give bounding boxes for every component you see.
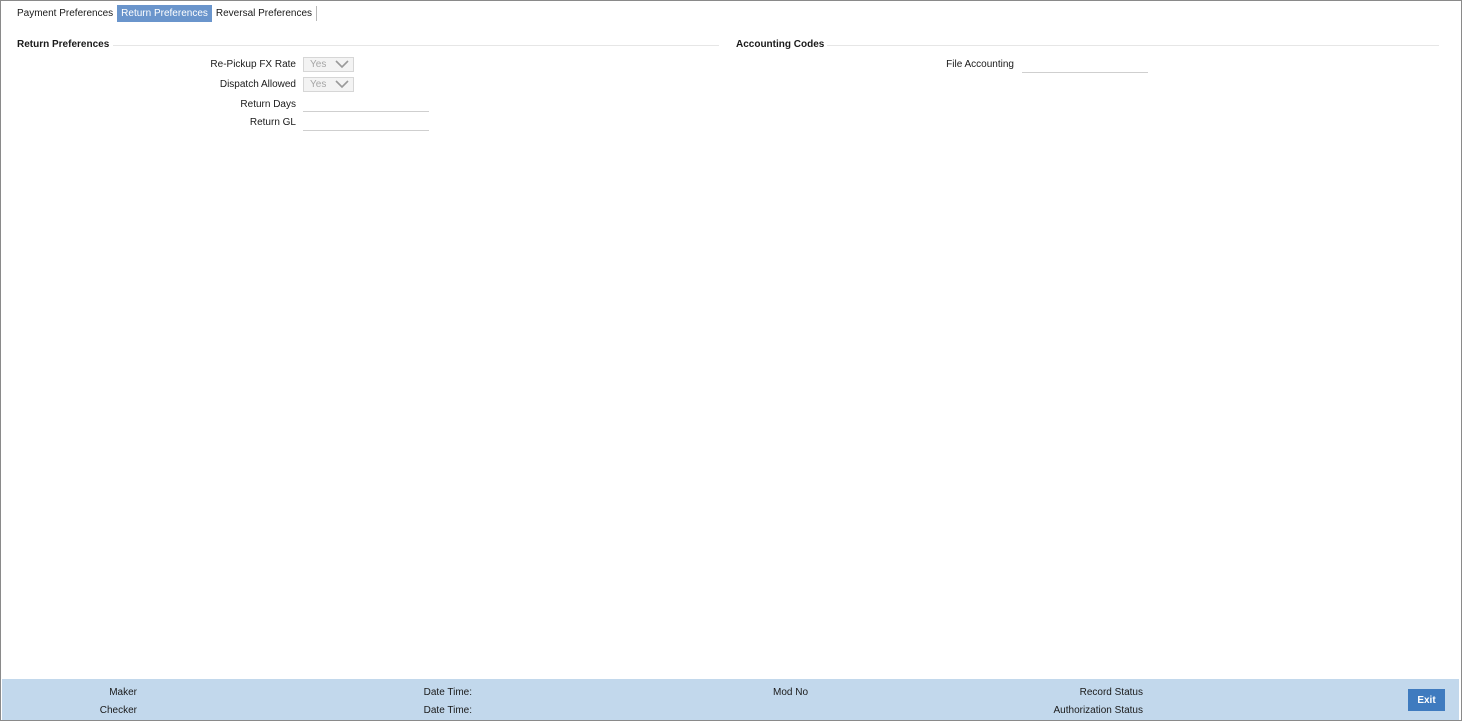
checker-label: Checker	[99, 705, 137, 716]
return-preferences-divider	[113, 45, 719, 46]
window-frame: Payment Preferences Return Preferences R…	[0, 0, 1462, 721]
return-preferences-title: Return Preferences	[17, 39, 110, 50]
record-status-label: Record Status	[1079, 687, 1143, 698]
repickup-fx-rate-label: Re-Pickup FX Rate	[210, 59, 296, 70]
repickup-fx-rate-value: Yes	[310, 59, 327, 70]
authorization-status-label: Authorization Status	[1053, 705, 1144, 716]
tab-return-preferences[interactable]: Return Preferences	[117, 5, 212, 22]
dispatch-allowed-label: Dispatch Allowed	[219, 79, 296, 90]
tab-bar: Payment Preferences Return Preferences R…	[13, 5, 318, 22]
chevron-down-icon	[335, 80, 349, 89]
chevron-down-icon	[335, 60, 349, 69]
file-accounting-label: File Accounting	[946, 59, 1014, 70]
audit-footer	[2, 679, 1459, 720]
return-days-input[interactable]	[303, 98, 429, 112]
maker-date-time-label: Date Time:	[423, 687, 472, 698]
return-gl-input[interactable]	[303, 117, 429, 131]
repickup-fx-rate-select[interactable]: Yes	[303, 57, 354, 72]
return-days-label: Return Days	[240, 99, 296, 110]
file-accounting-input[interactable]	[1022, 59, 1148, 73]
dispatch-allowed-value: Yes	[310, 79, 327, 90]
return-gl-label: Return GL	[249, 117, 296, 128]
accounting-codes-title: Accounting Codes	[736, 39, 825, 50]
dispatch-allowed-select[interactable]: Yes	[303, 77, 354, 92]
mod-no-label: Mod No	[772, 687, 808, 698]
exit-button[interactable]: Exit	[1408, 689, 1445, 711]
tab-reversal-preferences[interactable]: Reversal Preferences	[212, 5, 316, 22]
tab-divider	[316, 6, 318, 21]
checker-date-time-label: Date Time:	[423, 705, 472, 716]
accounting-codes-divider	[827, 45, 1439, 46]
tab-payment-preferences[interactable]: Payment Preferences	[13, 5, 117, 22]
maker-label: Maker	[109, 687, 137, 698]
